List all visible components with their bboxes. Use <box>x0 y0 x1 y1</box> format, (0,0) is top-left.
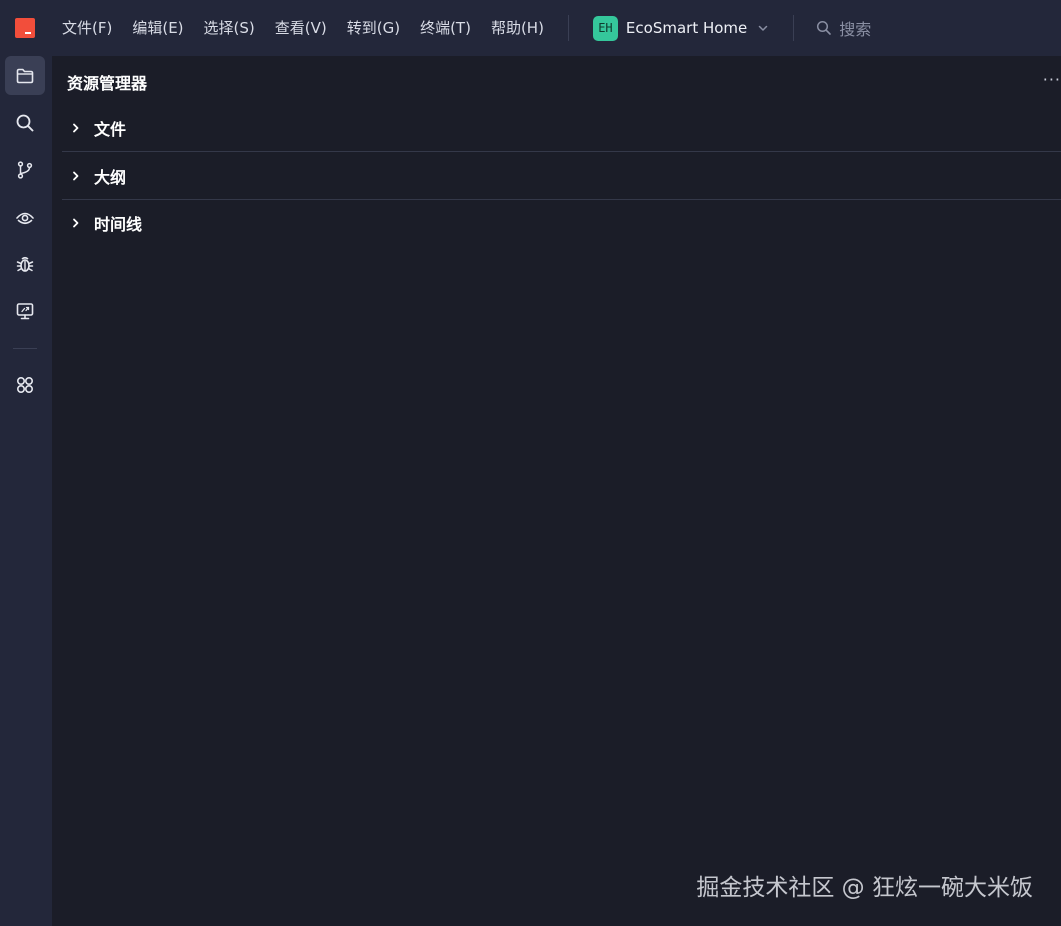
menu-selection[interactable]: 选择(S) <box>194 0 265 56</box>
explorer-panel: 资源管理器 ··· 文件 大纲 时间线 <box>52 56 1061 926</box>
bug-icon <box>16 256 34 272</box>
section-label: 文件 <box>94 119 127 139</box>
menu-bar: 文件(F) 编辑(E) 选择(S) 查看(V) 转到(G) 终端(T) 帮助(H… <box>52 0 554 56</box>
menu-terminal[interactable]: 终端(T) <box>410 0 481 56</box>
menu-help[interactable]: 帮助(H) <box>481 0 554 56</box>
extensions-icon <box>16 376 34 393</box>
section-timeline[interactable]: 时间线 <box>62 199 1061 247</box>
menu-go[interactable]: 转到(G) <box>337 0 410 56</box>
monitor-icon <box>16 302 34 319</box>
menu-file[interactable]: 文件(F) <box>52 0 122 56</box>
activity-bar <box>0 56 52 926</box>
activity-preview[interactable] <box>5 197 45 236</box>
project-avatar: EH <box>592 15 618 41</box>
activity-search[interactable] <box>5 103 45 142</box>
section-outline[interactable]: 大纲 <box>62 152 1061 200</box>
chevron-down-icon <box>759 25 768 31</box>
activity-source-control[interactable] <box>5 150 45 189</box>
activity-divider <box>13 348 37 349</box>
search-box[interactable]: 搜索 <box>816 16 871 40</box>
project-name: EcoSmart Home <box>625 19 748 37</box>
activity-remote[interactable] <box>5 291 45 330</box>
eye-icon <box>16 212 34 224</box>
search-label: 搜索 <box>839 20 872 39</box>
chevron-right-icon <box>73 218 79 228</box>
search-icon <box>16 114 34 131</box>
panel-title: 资源管理器 <box>67 74 148 93</box>
app-logo[interactable] <box>15 18 35 38</box>
watermark: 掘金技术社区 @ 狂炫一碗大米饭 <box>696 875 1033 901</box>
section-label: 时间线 <box>94 215 143 234</box>
more-actions-button[interactable]: ··· <box>1043 70 1061 89</box>
chevron-right-icon <box>73 123 79 132</box>
title-bar: 文件(F) 编辑(E) 选择(S) 查看(V) 转到(G) 终端(T) 帮助(H… <box>0 0 1061 56</box>
activity-debug[interactable] <box>5 244 45 283</box>
menu-separator <box>567 15 569 41</box>
section-label: 大纲 <box>94 167 127 187</box>
menu-view[interactable]: 查看(V) <box>265 0 337 56</box>
activity-explorer[interactable] <box>5 56 45 95</box>
project-separator <box>793 15 795 41</box>
git-branch-icon <box>17 160 33 179</box>
project-switcher[interactable]: EH EcoSmart Home <box>583 0 779 56</box>
search-icon <box>817 20 832 35</box>
activity-extensions[interactable] <box>5 365 45 404</box>
menu-edit[interactable]: 编辑(E) <box>122 0 193 56</box>
chevron-right-icon <box>73 171 79 180</box>
folder-icon <box>16 68 34 83</box>
section-files[interactable]: 文件 <box>62 104 1061 152</box>
